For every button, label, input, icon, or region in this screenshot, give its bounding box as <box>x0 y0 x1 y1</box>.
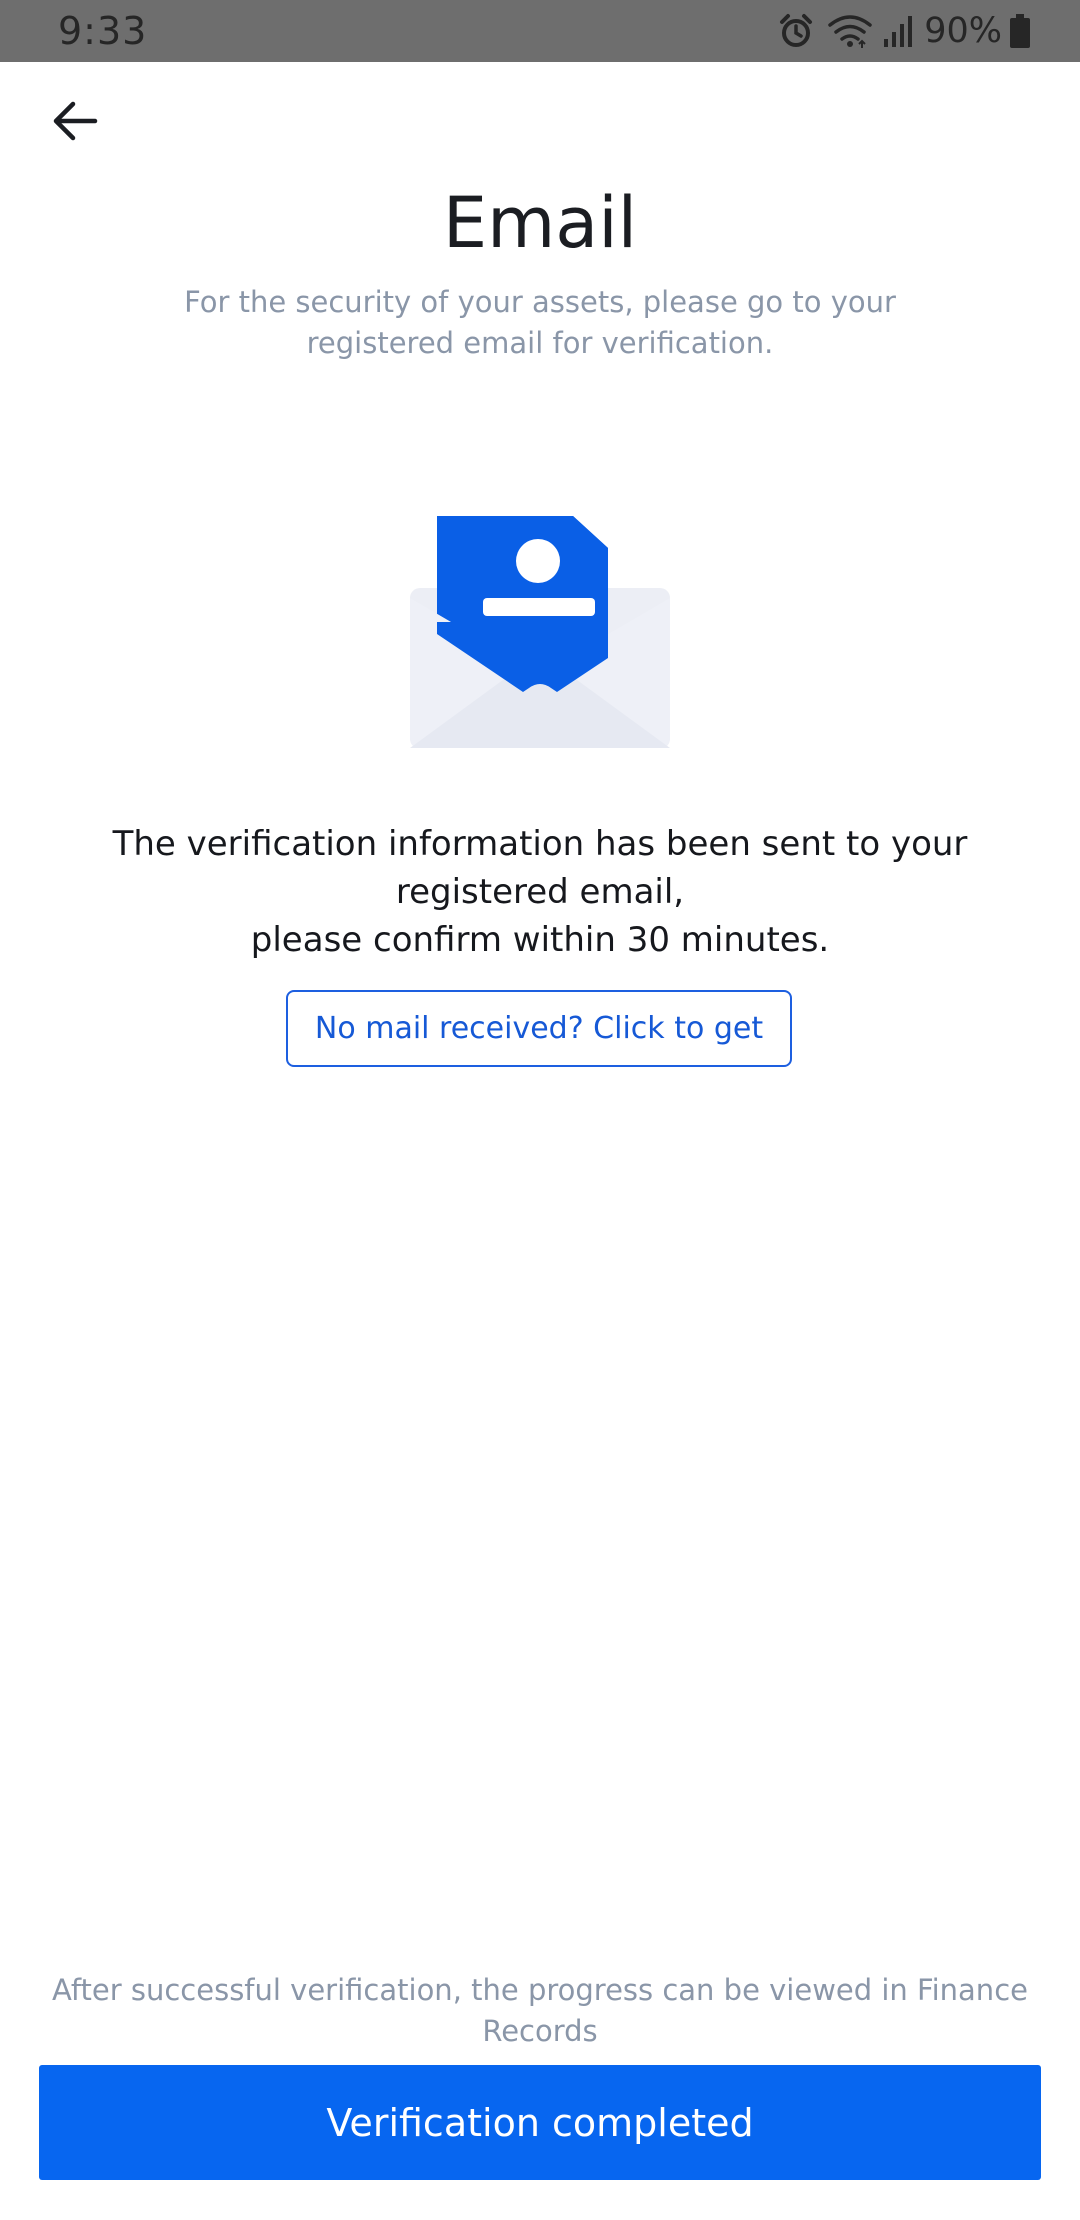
wifi-icon <box>828 13 872 49</box>
battery-icon <box>1010 14 1030 48</box>
page-title: Email <box>442 182 638 264</box>
sent-message: The verification information has been se… <box>60 820 1020 964</box>
resend-email-button[interactable]: No mail received? Click to get <box>286 990 792 1067</box>
open-envelope-with-profile-card-icon <box>405 512 675 752</box>
arrow-left-icon <box>53 101 98 141</box>
page-subtitle: For the security of your assets, please … <box>184 285 896 360</box>
sent-message-line-1: The verification information has been se… <box>112 824 968 864</box>
verification-completed-button[interactable]: Verification completed <box>39 2065 1041 2180</box>
email-verification-screen: 9:33 90% Email For the security of your … <box>0 0 1080 2220</box>
footer-note: After successful verification, the progr… <box>52 1973 1028 2048</box>
sent-message-line-3: please confirm within 30 minutes. <box>250 920 830 960</box>
status-time: 9:33 <box>58 9 148 53</box>
signal-icon <box>882 15 913 47</box>
sent-message-line-2: registered email, <box>395 872 685 912</box>
status-bar: 9:33 90% <box>0 0 1080 62</box>
alarm-icon <box>778 13 814 49</box>
back-button[interactable] <box>42 88 108 154</box>
battery-percent: 90% <box>924 11 1002 51</box>
status-icons: 90% <box>778 10 1030 52</box>
